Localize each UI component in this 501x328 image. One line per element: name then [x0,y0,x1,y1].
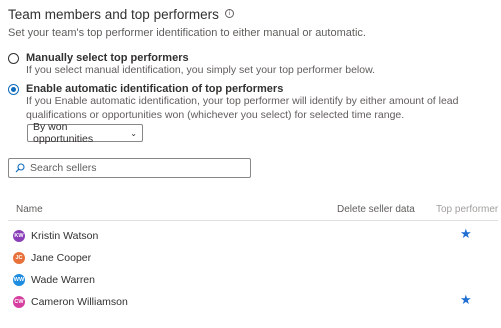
header-divider [8,220,498,221]
manual-radio[interactable] [8,53,19,64]
table-row[interactable]: JC Jane Cooper [8,247,498,269]
search-sellers-box[interactable] [8,158,251,178]
seller-name: Wade Warren [31,274,95,286]
dropdown-value: By won opportunities [33,121,94,145]
identification-method-dropdown[interactable]: By won opportunities ⌄ [27,121,143,145]
automatic-option-help: If you Enable automatic identification, … [26,95,459,121]
seller-name: Kristin Watson [31,230,99,242]
table-row[interactable]: KW Kristin Watson ★ [8,225,498,247]
section-title: Team members and top performers i [8,7,234,22]
search-icon [15,163,25,173]
column-header-delete: Delete seller data [337,204,415,215]
seller-name: Jane Cooper [31,252,92,264]
section-title-text: Team members and top performers [8,7,219,22]
star-icon[interactable]: ★ [460,294,472,308]
column-header-top-performer: Top performer [436,204,499,215]
table-row[interactable]: CW Cameron Williamson ★ [8,291,498,313]
section-subtitle: Set your team's top performer identifica… [8,27,366,39]
avatar: JC [13,252,25,264]
manual-option-help: If you select manual identification, you… [26,64,376,76]
star-icon[interactable]: ★ [460,228,472,242]
automatic-radio[interactable] [8,84,19,95]
search-sellers-input[interactable] [30,162,230,174]
chevron-down-icon: ⌄ [130,128,137,138]
automatic-option[interactable]: Enable automatic identification of top p… [8,83,498,122]
avatar: WW [13,274,25,286]
info-icon[interactable]: i [224,9,234,18]
table-row[interactable]: WW Wade Warren [8,269,498,291]
avatar: KW [13,230,25,242]
automatic-option-label: Enable automatic identification of top p… [26,83,284,95]
seller-name: Cameron Williamson [31,296,128,308]
manual-option-label: Manually select top performers [26,52,189,64]
avatar: CW [13,296,25,308]
column-header-name: Name [16,204,43,215]
manual-option[interactable]: Manually select top performers If you se… [8,52,375,78]
